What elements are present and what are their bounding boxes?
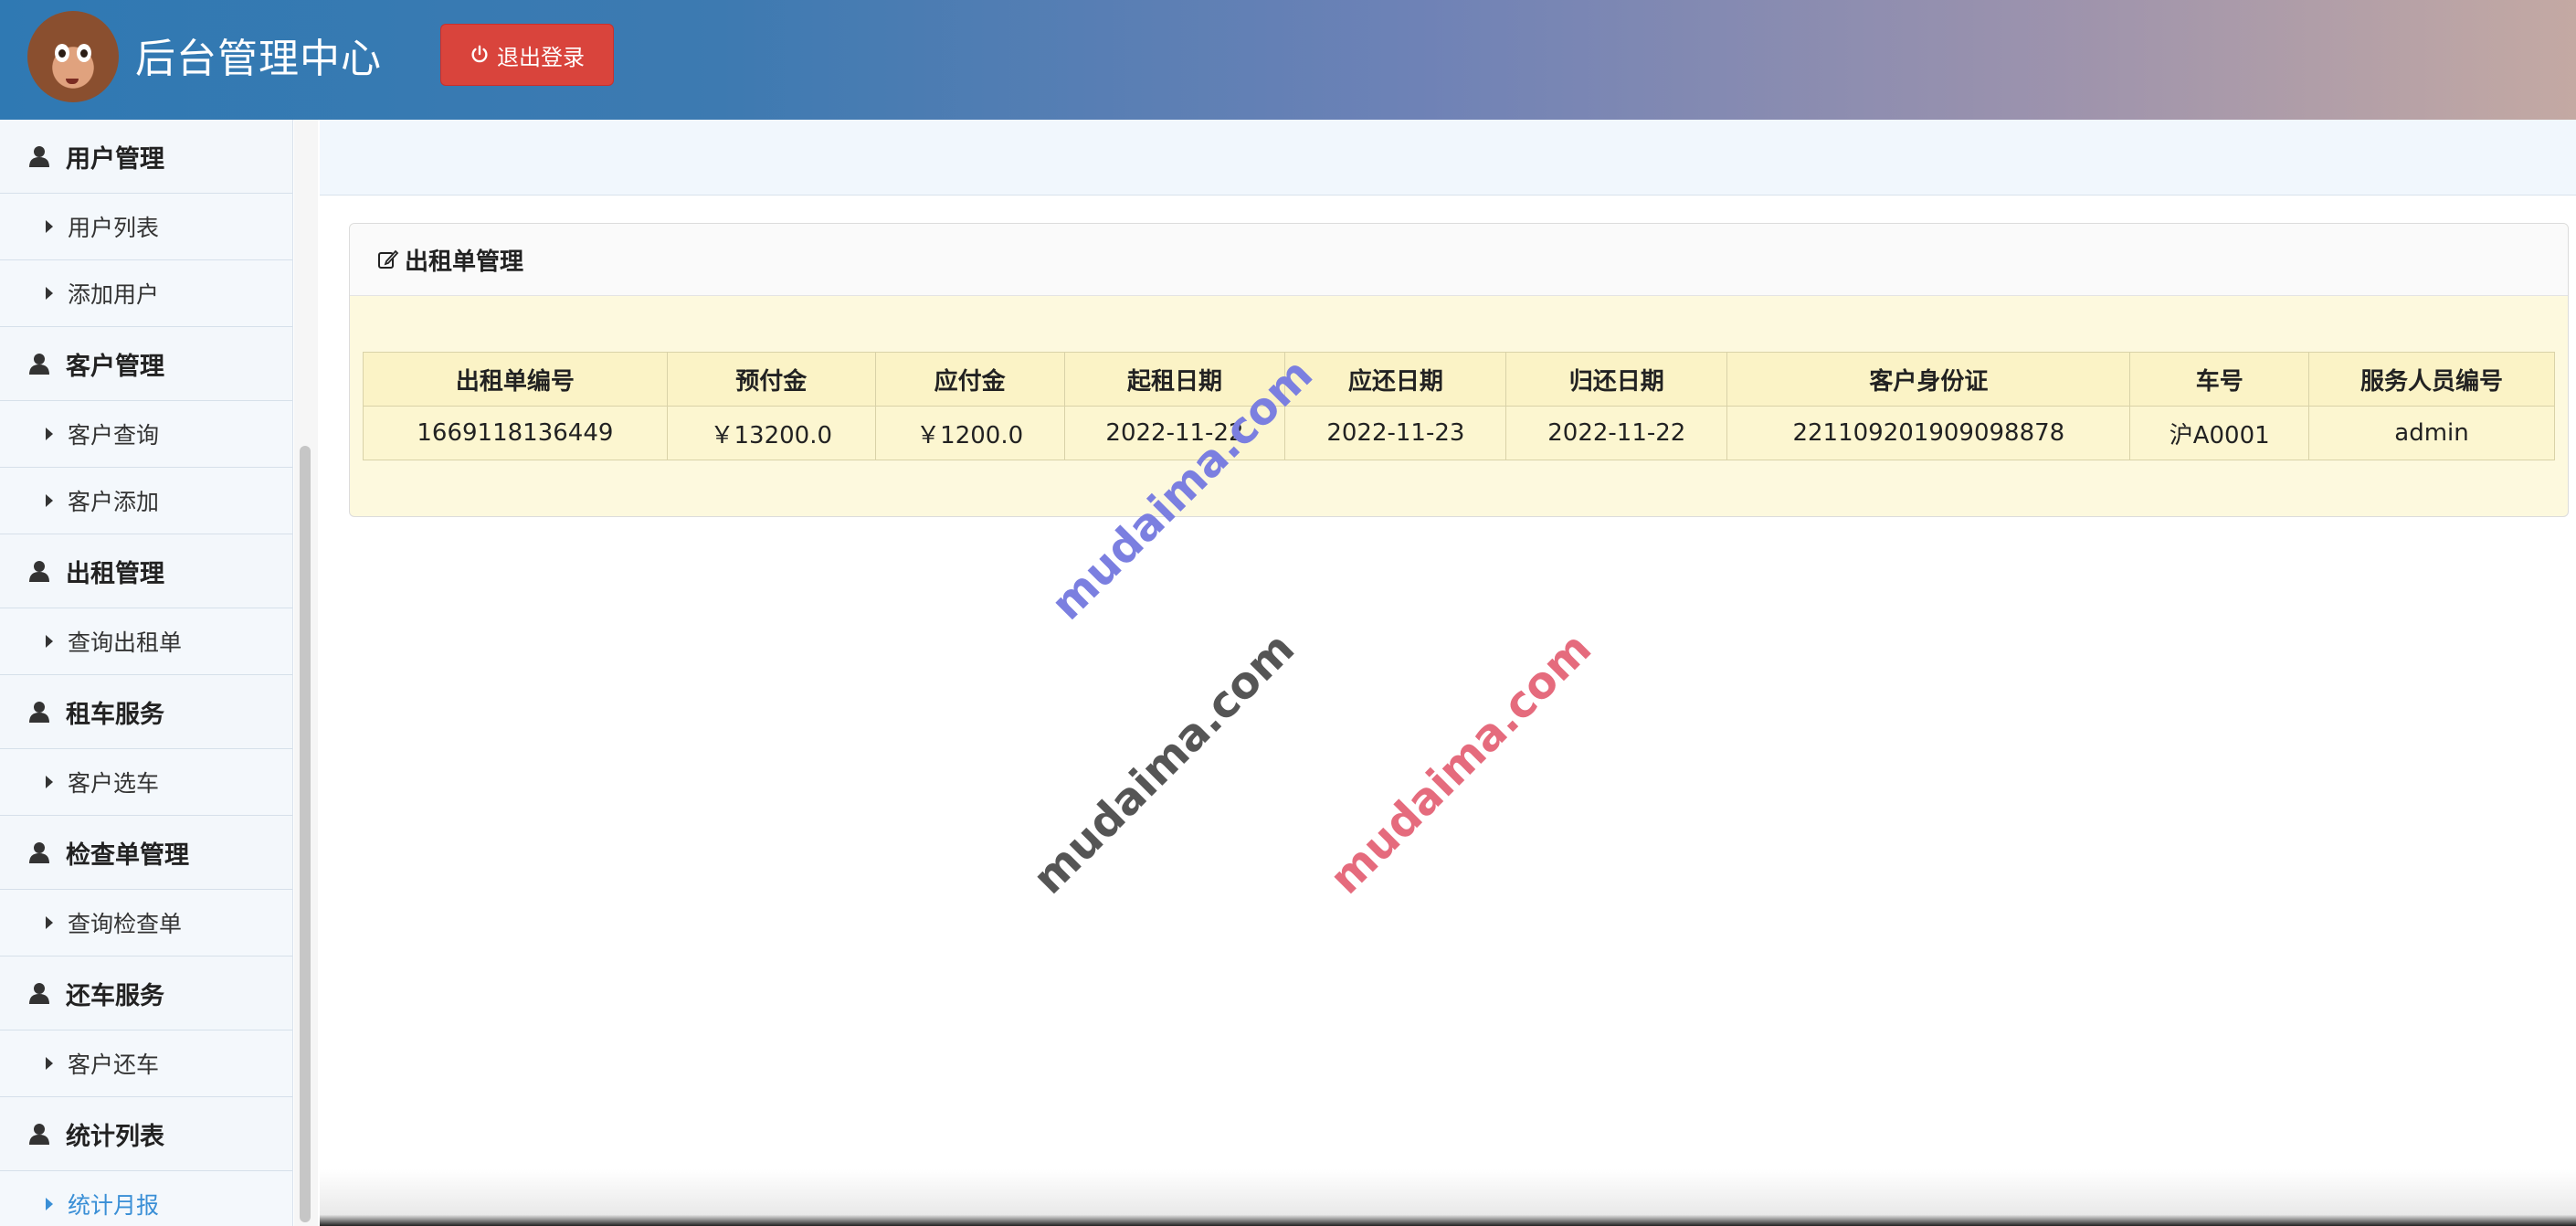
bottom-shade [320, 1169, 2576, 1226]
column-header[interactable]: 服务人员编号 [2308, 352, 2555, 407]
sidebar-scrollbar[interactable] [300, 446, 311, 1222]
sidebar-item-customer-query[interactable]: 客户查询 [0, 401, 292, 468]
sidebar-section-rental-management[interactable]: 出租管理 [0, 534, 292, 608]
sidebar-section-customer-management[interactable]: 客户管理 [0, 327, 292, 401]
sidebar-section-inspection-management[interactable]: 检查单管理 [0, 816, 292, 890]
panel-heading: 出租单管理 [350, 224, 2568, 296]
edit-icon [378, 249, 399, 269]
user-icon [29, 354, 49, 375]
section-title: 客户管理 [66, 352, 164, 381]
table-cell: 2022-11-23 [1284, 406, 1507, 460]
logout-button[interactable]: 退出登录 [440, 24, 614, 86]
column-header[interactable]: 客户身份证 [1726, 352, 2131, 407]
user-icon [29, 561, 49, 582]
sidebar-section-rental-service[interactable]: 租车服务 [0, 675, 292, 749]
caret-right-icon [46, 1198, 53, 1210]
user-icon [29, 146, 49, 167]
user-icon [29, 1124, 49, 1145]
section-title: 统计列表 [66, 1122, 164, 1151]
caret-right-icon [46, 287, 53, 300]
caret-right-icon [46, 220, 53, 233]
sidebar-item-customer-add[interactable]: 客户添加 [0, 468, 292, 534]
section-title: 出租管理 [66, 559, 164, 588]
table-cell: ￥1200.0 [874, 406, 1065, 460]
caret-right-icon [46, 635, 53, 648]
section-title: 检查单管理 [66, 840, 189, 870]
caret-right-icon [46, 428, 53, 440]
sidebar-item-choose-car[interactable]: 客户选车 [0, 749, 292, 816]
section-title: 用户管理 [66, 144, 164, 174]
avatar [27, 11, 119, 102]
table-cell: 沪A0001 [2129, 406, 2310, 460]
sidebar-item-monthly-report[interactable]: 统计月报 [0, 1171, 292, 1226]
rental-order-panel: 出租单管理 出租单编号 预付金 应付金 起租日期 应还日期 归还日期 客户身份证… [349, 223, 2569, 517]
app-title: 后台管理中心 [135, 36, 382, 82]
section-title: 还车服务 [66, 981, 164, 1010]
logout-label: 退出登录 [497, 44, 585, 70]
sidebar-item-add-user[interactable]: 添加用户 [0, 260, 292, 327]
content-topbar [320, 120, 2576, 196]
caret-right-icon [46, 1057, 53, 1070]
user-icon [29, 702, 49, 723]
power-icon [471, 45, 488, 63]
column-header[interactable]: 归还日期 [1505, 352, 1728, 407]
sidebar-section-user-management[interactable]: 用户管理 [0, 120, 292, 194]
rental-order-table: 出租单编号 预付金 应付金 起租日期 应还日期 归还日期 客户身份证 车号 服务… [363, 352, 2555, 460]
table-cell: 221109201909098878 [1726, 406, 2131, 460]
table-row[interactable]: 1669118136449 ￥13200.0 ￥1200.0 2022-11-2… [363, 406, 2555, 460]
sidebar-section-return-service[interactable]: 还车服务 [0, 956, 292, 1030]
caret-right-icon [46, 776, 53, 788]
sidebar-item-return-car[interactable]: 客户还车 [0, 1030, 292, 1097]
column-header[interactable]: 预付金 [666, 352, 876, 407]
panel-title: 出租单管理 [405, 248, 524, 276]
sidebar: 用户管理 用户列表 添加用户 客户管理 客户查询 客户添加 出租管理 查询出租单… [0, 120, 293, 1226]
column-header[interactable]: 应还日期 [1284, 352, 1507, 407]
caret-right-icon [46, 916, 53, 929]
table-cell: admin [2308, 406, 2555, 460]
watermark: mudaima.com [1023, 622, 1304, 904]
table-cell: 2022-11-22 [1505, 406, 1728, 460]
sidebar-item-user-list[interactable]: 用户列表 [0, 194, 292, 260]
sidebar-item-query-rental[interactable]: 查询出租单 [0, 608, 292, 675]
top-header: 后台管理中心 退出登录 [0, 0, 2576, 120]
table-header-row: 出租单编号 预付金 应付金 起租日期 应还日期 归还日期 客户身份证 车号 服务… [363, 352, 2555, 407]
user-icon [29, 983, 49, 1004]
column-header[interactable]: 车号 [2129, 352, 2310, 407]
column-header[interactable]: 应付金 [874, 352, 1065, 407]
user-icon [29, 842, 49, 863]
sidebar-section-statistics[interactable]: 统计列表 [0, 1097, 292, 1171]
watermark: mudaima.com [1320, 622, 1601, 904]
column-header[interactable]: 出租单编号 [363, 352, 668, 407]
sidebar-item-query-inspection[interactable]: 查询检查单 [0, 890, 292, 956]
table-cell: 1669118136449 [363, 406, 668, 460]
caret-right-icon [46, 494, 53, 507]
table-cell: ￥13200.0 [666, 406, 876, 460]
section-title: 租车服务 [66, 700, 164, 729]
